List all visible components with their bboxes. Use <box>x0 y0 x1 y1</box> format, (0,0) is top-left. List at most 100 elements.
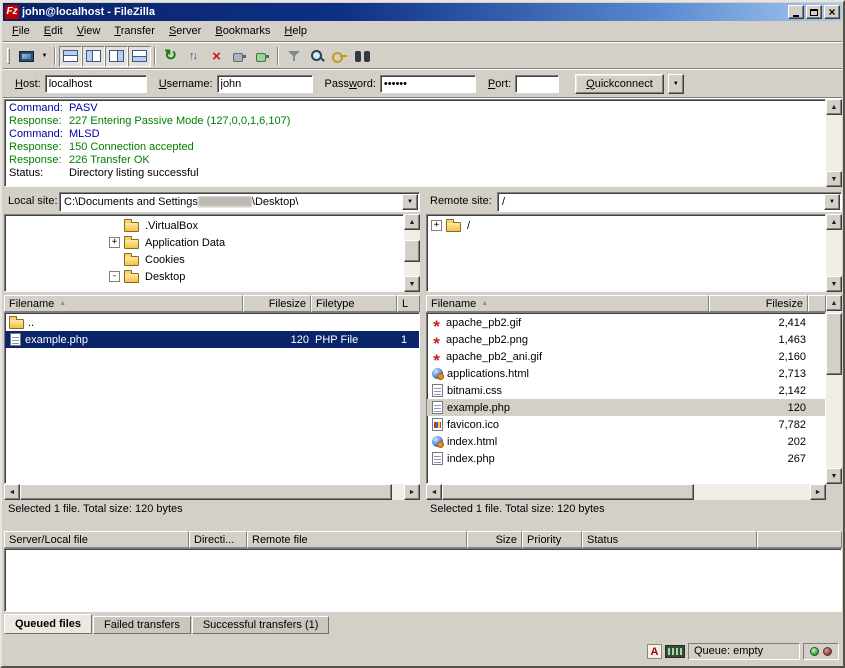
tab-failed-transfers[interactable]: Failed transfers <box>93 616 191 634</box>
tab-successful-transfers[interactable]: Successful transfers (1) <box>192 616 330 634</box>
column-remote-file[interactable]: Remote file <box>247 531 467 548</box>
local-tree-item[interactable]: + Application Data <box>5 234 403 251</box>
host-input[interactable] <box>45 75 147 93</box>
local-tree-item[interactable]: - Desktop <box>5 268 403 285</box>
file-row[interactable]: applications.html 2,713 <box>427 365 825 382</box>
scroll-thumb[interactable] <box>442 484 694 500</box>
column-filesize[interactable]: Filesize <box>243 295 311 312</box>
menu-transfer[interactable]: Transfer <box>107 23 162 40</box>
scroll-thumb[interactable] <box>20 484 392 500</box>
scroll-down-button[interactable]: ▼ <box>826 171 842 187</box>
file-row[interactable]: favicon.ico 7,782 <box>427 416 825 433</box>
port-input[interactable] <box>515 75 559 93</box>
file-row[interactable]: index.html 202 <box>427 433 825 450</box>
column-size[interactable]: Size <box>467 531 522 548</box>
column-filename[interactable]: Filename▲ <box>426 295 709 312</box>
menu-server[interactable]: Server <box>162 23 208 40</box>
scroll-right-button[interactable]: ► <box>404 484 420 500</box>
titlebar[interactable]: Fz john@localhost - FileZilla × <box>3 3 842 21</box>
file-row[interactable]: bitnami.css 2,142 <box>427 382 825 399</box>
maximize-button[interactable] <box>806 5 822 19</box>
scroll-down-button[interactable]: ▼ <box>826 276 842 292</box>
remote-site-combo[interactable]: / ▼ <box>497 192 842 212</box>
column-filename[interactable]: Filename▲ <box>4 295 243 312</box>
column-direction[interactable]: Directi... <box>189 531 247 548</box>
username-input[interactable] <box>217 75 313 93</box>
process-queue-button[interactable]: ↑↓ <box>182 46 205 67</box>
scrollbar-corner <box>826 484 842 500</box>
scroll-up-button[interactable]: ▲ <box>404 214 420 230</box>
menu-help[interactable]: Help <box>277 23 314 40</box>
synchronized-browsing-button[interactable] <box>328 46 351 67</box>
local-list-hscrollbar[interactable]: ◄ ► <box>4 484 420 500</box>
filter-button[interactable] <box>282 46 305 67</box>
tree-expander-icon[interactable]: - <box>109 271 120 282</box>
open-site-manager-button[interactable] <box>15 46 38 67</box>
menu-edit[interactable]: Edit <box>37 23 70 40</box>
scroll-up-button[interactable]: ▲ <box>826 99 842 115</box>
toggle-local-tree-button[interactable] <box>82 46 105 67</box>
scroll-left-button[interactable]: ◄ <box>426 484 442 500</box>
log-line: Command:MLSD <box>9 128 821 141</box>
scroll-up-button[interactable]: ▲ <box>826 214 842 230</box>
scroll-right-button[interactable]: ► <box>810 484 826 500</box>
compare-directories-button[interactable] <box>305 46 328 67</box>
combo-dropdown-button[interactable]: ▼ <box>402 194 418 210</box>
column-filetype[interactable]: Filetype <box>311 295 397 312</box>
file-row[interactable]: *apache_pb2.gif 2,414 <box>427 314 825 331</box>
tree-expander-icon[interactable]: + <box>431 220 442 231</box>
local-tree-item[interactable]: .VirtualBox <box>5 217 403 234</box>
column-status[interactable]: Status <box>582 531 757 548</box>
toolbar-grip[interactable] <box>7 48 10 64</box>
menu-file[interactable]: File <box>5 23 37 40</box>
local-tree-icon <box>86 50 101 62</box>
menu-view[interactable]: View <box>70 23 108 40</box>
column-priority[interactable]: Priority <box>522 531 582 548</box>
remote-list-scrollbar[interactable]: ▲ ▼ <box>826 295 842 484</box>
remote-tree-item[interactable]: + / <box>427 217 825 234</box>
quickconnect-dropdown-button[interactable]: ▼ <box>668 74 684 94</box>
tree-expander-icon[interactable]: + <box>109 237 120 248</box>
scroll-left-button[interactable]: ◄ <box>4 484 20 500</box>
file-row[interactable]: index.php 267 <box>427 450 825 467</box>
file-row[interactable]: *apache_pb2.png 1,463 <box>427 331 825 348</box>
css-file-icon <box>432 384 443 397</box>
remote-tree-scrollbar[interactable]: ▲ ▼ <box>826 214 842 292</box>
cancel-button[interactable]: × <box>205 46 228 67</box>
minimize-button[interactable] <box>788 5 804 19</box>
toggle-transfer-queue-button[interactable] <box>128 46 151 67</box>
remote-list-hscrollbar[interactable]: ◄ ► <box>426 484 826 500</box>
file-row[interactable]: .. <box>5 314 419 331</box>
filter-icon <box>288 50 300 62</box>
menu-bookmarks[interactable]: Bookmarks <box>208 23 277 40</box>
disconnect-button[interactable] <box>228 46 251 67</box>
file-row[interactable]: *apache_pb2_ani.gif 2,160 <box>427 348 825 365</box>
refresh-button[interactable]: ↻ <box>159 46 182 67</box>
queue-status: Queue: empty <box>688 643 800 660</box>
local-tree-item[interactable]: Cookies <box>5 251 403 268</box>
toggle-remote-tree-button[interactable] <box>105 46 128 67</box>
scroll-thumb[interactable] <box>826 313 842 375</box>
tab-queued-files[interactable]: Queued files <box>4 614 92 634</box>
scroll-up-button[interactable]: ▲ <box>826 295 842 311</box>
password-input[interactable] <box>380 75 476 93</box>
scroll-thumb[interactable] <box>404 240 420 262</box>
file-row-selected[interactable]: example.php 120 PHP File 1 <box>5 331 419 348</box>
local-tree-scrollbar[interactable]: ▲ ▼ <box>404 214 420 292</box>
log-scrollbar[interactable]: ▲ ▼ <box>826 99 842 187</box>
column-filesize[interactable]: Filesize <box>709 295 808 312</box>
local-site-combo[interactable]: C:\Documents and Settings\Desktop\ ▼ <box>59 192 420 212</box>
scroll-down-button[interactable]: ▼ <box>404 276 420 292</box>
scroll-down-button[interactable]: ▼ <box>826 468 842 484</box>
reconnect-button[interactable] <box>251 46 274 67</box>
quickconnect-button[interactable]: Quickconnect <box>575 74 664 94</box>
site-manager-dropdown-button[interactable]: ▼ <box>38 46 51 67</box>
column-last-modified[interactable]: L <box>397 295 420 312</box>
toggle-message-log-button[interactable] <box>59 46 82 67</box>
combo-dropdown-button[interactable]: ▼ <box>824 194 840 210</box>
find-files-button[interactable] <box>351 46 374 67</box>
folder-icon <box>446 222 461 232</box>
close-button[interactable]: × <box>824 5 840 19</box>
file-row-selected[interactable]: example.php 120 <box>427 399 825 416</box>
column-server-local-file[interactable]: Server/Local file <box>4 531 189 548</box>
